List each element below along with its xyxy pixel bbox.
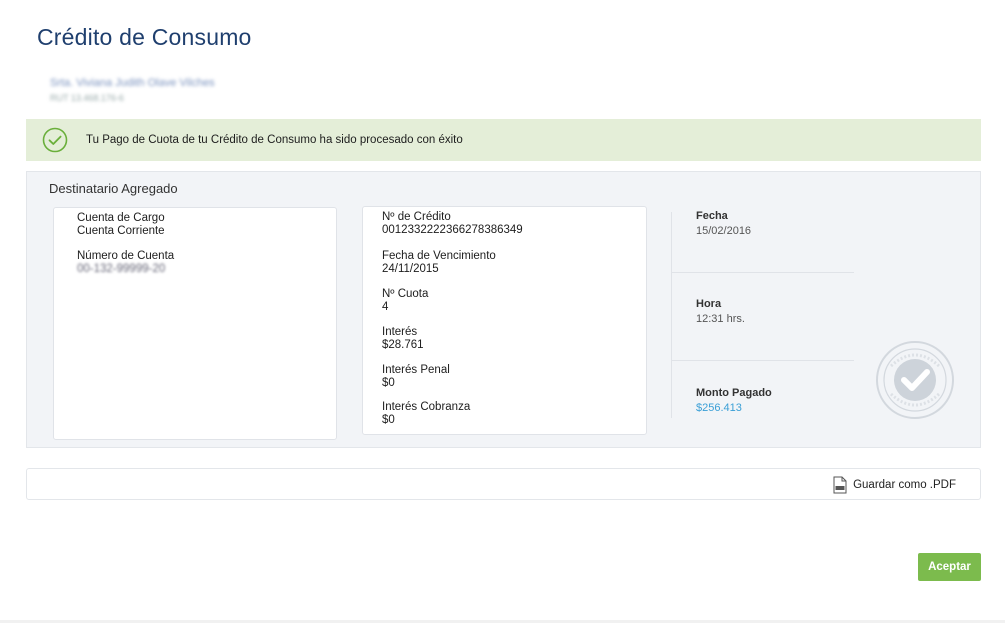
monto-label: Monto Pagado <box>696 387 772 399</box>
numero-cuenta-label: Número de Cuenta <box>77 250 175 262</box>
user-name: Srta. Viviana Judith Olave Vilches <box>50 77 215 89</box>
summary-separator <box>671 272 854 273</box>
success-alert: Tu Pago de Cuota de tu Crédito de Consum… <box>26 119 981 161</box>
success-message: Tu Pago de Cuota de tu Crédito de Consum… <box>86 134 463 146</box>
fecha-value: 15/02/2016 <box>696 225 752 237</box>
interes-value: $28.761 <box>382 339 424 351</box>
pdf-file-icon <box>833 476 847 494</box>
cuota-label: Nº Cuota <box>382 288 429 300</box>
fecha-label: Fecha <box>696 210 728 222</box>
interes-cobranza-value: $0 <box>382 414 395 426</box>
approved-stamp-icon <box>876 341 954 419</box>
numero-credito: Nº de Crédito 0012332222366278386349 <box>382 211 523 237</box>
summary-divider <box>671 212 672 418</box>
summary-separator <box>671 360 854 361</box>
cuenta-cargo-label: Cuenta de Cargo <box>77 212 165 224</box>
vencimiento-value: 24/11/2015 <box>382 263 439 275</box>
numero-cuota: Nº Cuota 4 <box>382 288 428 314</box>
check-circle-icon <box>42 127 68 153</box>
save-pdf-button[interactable]: Guardar como .PDF <box>833 475 956 495</box>
interes-penal: Interés Penal $0 <box>382 364 450 390</box>
user-info: Srta. Viviana Judith Olave Vilches RUT 1… <box>50 77 215 103</box>
hora-label: Hora <box>696 298 722 310</box>
cuenta-cargo-value: Cuenta Corriente <box>77 225 165 237</box>
accept-button[interactable]: Aceptar <box>918 553 981 581</box>
account-card: Cuenta de Cargo Cuenta Corriente Número … <box>53 207 337 440</box>
interes-penal-value: $0 <box>382 377 395 389</box>
page-title: Crédito de Consumo <box>37 24 252 50</box>
hora-value: 12:31 hrs. <box>696 313 745 325</box>
monto-value: $256.413 <box>696 402 742 414</box>
panel-title: Destinatario Agregado <box>49 181 178 196</box>
save-pdf-label: Guardar como .PDF <box>853 479 956 491</box>
interes-penal-label: Interés Penal <box>382 364 450 376</box>
interes-label: Interés <box>382 326 418 338</box>
credito-value: 0012332222366278386349 <box>382 224 523 236</box>
fecha-vencimiento: Fecha de Vencimiento 24/11/2015 <box>382 250 496 276</box>
vencimiento-label: Fecha de Vencimiento <box>382 250 496 262</box>
cuota-value: 4 <box>382 301 389 313</box>
interes-cobranza: Interés Cobranza $0 <box>382 401 470 427</box>
details-panel: Destinatario Agregado Cuenta de Cargo Cu… <box>26 171 981 448</box>
interes: Interés $28.761 <box>382 326 424 352</box>
credit-card: Nº de Crédito 0012332222366278386349 Fec… <box>362 206 647 435</box>
cuenta-cargo: Cuenta de Cargo Cuenta Corriente <box>77 212 165 238</box>
actions-bar: Guardar como .PDF <box>26 468 981 500</box>
user-rut: RUT 13.468.176-6 <box>50 93 124 103</box>
credito-label: Nº de Crédito <box>382 211 451 223</box>
interes-cobranza-label: Interés Cobranza <box>382 401 471 413</box>
numero-cuenta-value: 00-132-99999-20 <box>77 263 166 275</box>
numero-cuenta: Número de Cuenta 00-132-99999-20 <box>77 250 174 276</box>
